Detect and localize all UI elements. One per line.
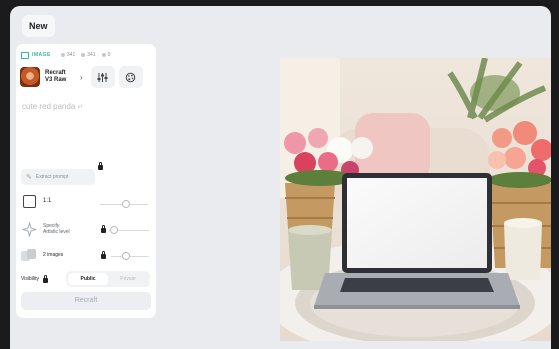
- lock-icon: [98, 162, 103, 170]
- count-b: 341: [81, 52, 96, 58]
- extract-prompt-button[interactable]: ✎ Extract prompt: [21, 169, 95, 185]
- visibility-public-option[interactable]: Public: [68, 273, 108, 285]
- model-name-line2: V3 Raw: [45, 77, 67, 83]
- visibility-private-option[interactable]: Private: [108, 273, 148, 285]
- count-a: 341: [60, 52, 75, 58]
- model-selector[interactable]: Recraft V3 Raw: [45, 70, 75, 84]
- aspect-slider-knob[interactable]: [122, 200, 130, 208]
- sparkle-icon: [21, 221, 37, 237]
- chevron-right-icon[interactable]: ›: [80, 73, 83, 82]
- aspect-ratio-icon: [21, 193, 37, 209]
- cup-right-icon: [504, 218, 542, 280]
- settings-sliders-button[interactable]: [90, 66, 115, 88]
- palette-icon: [125, 72, 136, 82]
- prompt-input[interactable]: cute red panda ↵: [22, 102, 83, 111]
- extract-prompt-label: Extract prompt: [35, 174, 69, 180]
- image-count-slider-knob[interactable]: [122, 252, 130, 260]
- aspect-ratio-row[interactable]: 1:1: [21, 191, 151, 211]
- laptop-icon: [314, 173, 520, 309]
- image-type-icon: [21, 51, 29, 59]
- prompt-text: cute red panda: [22, 102, 76, 111]
- generated-image-scene: [280, 58, 551, 341]
- sliders-icon: [97, 72, 108, 82]
- model-row: Recraft V3 Raw ›: [19, 64, 153, 90]
- lock-icon: [42, 274, 48, 283]
- image-count-label: 2 images: [43, 252, 64, 258]
- generated-image[interactable]: [280, 58, 551, 341]
- dot-icon: [60, 53, 65, 57]
- tab-new[interactable]: New: [22, 15, 55, 37]
- image-count-slider-track[interactable]: [111, 256, 149, 257]
- count-c: 0: [101, 52, 110, 58]
- lock-icon: [101, 225, 106, 233]
- dot-icon: [101, 53, 106, 57]
- return-icon: ↵: [77, 104, 84, 111]
- model-name-line1: Recraft: [45, 70, 66, 76]
- image-count-row[interactable]: 2 images: [21, 245, 151, 265]
- app-frame: New IMAGE 341 341 0 Recraft V3 Raw › cut…: [10, 6, 551, 349]
- recraft-button[interactable]: Recraft: [21, 292, 151, 310]
- visibility-label: Visibility: [21, 276, 39, 282]
- dot-icon: [81, 53, 86, 57]
- lock-icon: [101, 251, 106, 259]
- model-thumbnail[interactable]: [20, 67, 40, 87]
- images-icon: [21, 247, 37, 263]
- style-palette-button[interactable]: [118, 66, 143, 88]
- generation-panel: IMAGE 341 341 0 Recraft V3 Raw › cute re…: [16, 44, 156, 318]
- pen-icon: ✎: [26, 174, 32, 181]
- visibility-row: Visibility Public Private: [21, 271, 153, 287]
- type-label: IMAGE: [32, 52, 51, 58]
- artistic-slider-knob[interactable]: [110, 226, 118, 234]
- visibility-toggle[interactable]: Public Private: [66, 271, 150, 287]
- artistic-level-label: Specify Artistic level: [43, 223, 70, 235]
- artistic-level-row[interactable]: Specify Artistic level: [21, 219, 151, 239]
- aspect-ratio-label: 1:1: [43, 198, 52, 204]
- meta-row: IMAGE 341 341 0: [21, 50, 151, 60]
